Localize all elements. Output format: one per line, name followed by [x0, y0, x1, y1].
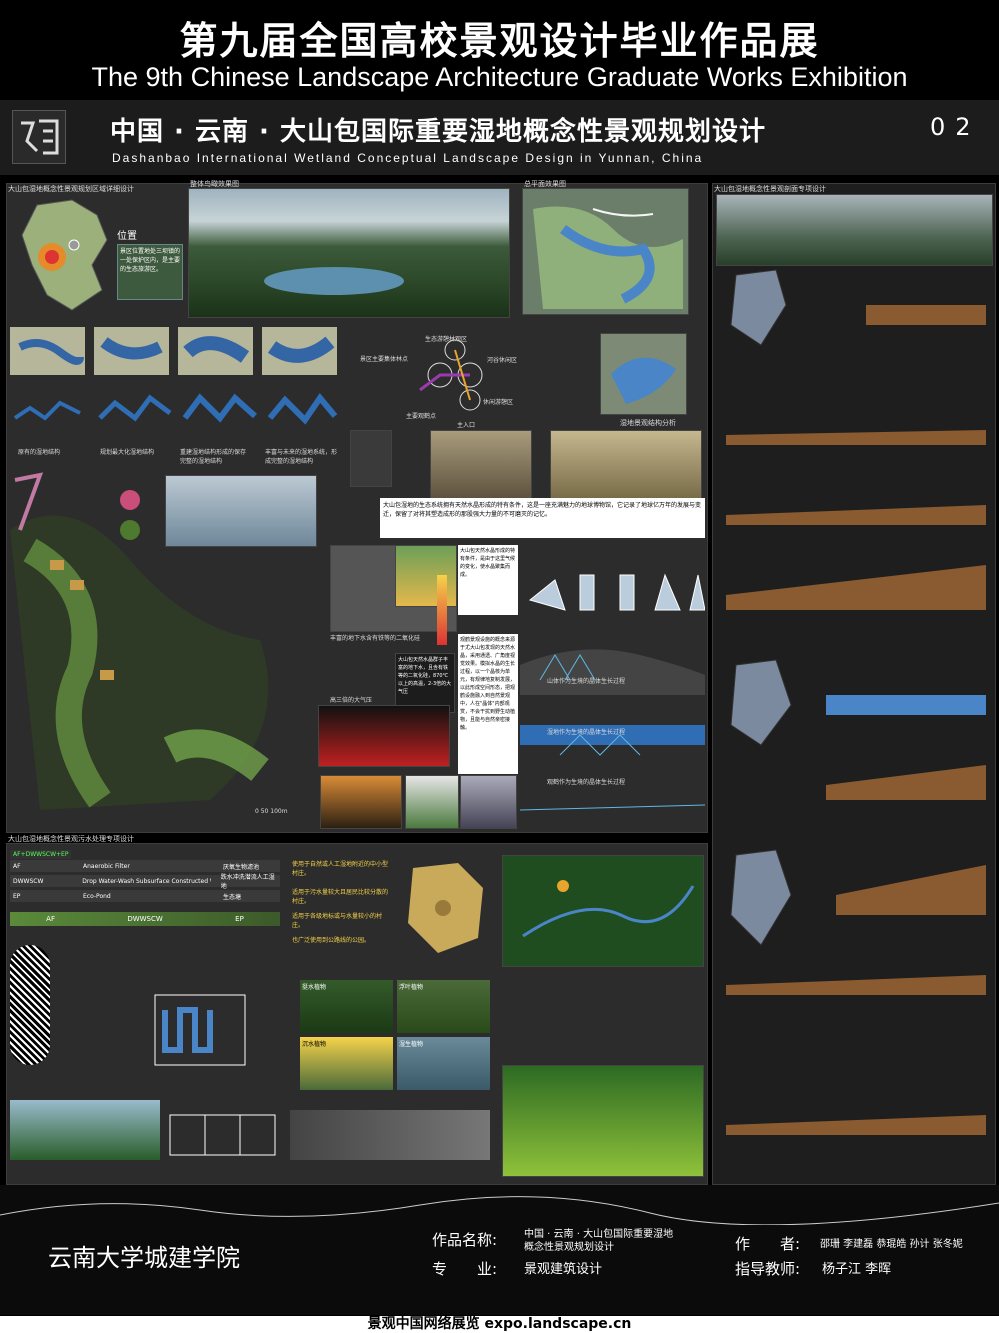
- location-text: 景区位置地处三坝镇的一处保护区内，是主要的生态旅游区。: [117, 244, 183, 300]
- formation-note: 高三倍的大气压: [330, 697, 373, 704]
- scenic-plan: [600, 333, 687, 415]
- legend-c: 重建湿地结构形成的保存完整的湿地结构: [180, 449, 247, 465]
- process-code: EP: [13, 892, 21, 900]
- section-drawings: [716, 265, 994, 1175]
- site-link[interactable]: 景观中国网络展览 expo.landscape.cn: [0, 1316, 999, 1333]
- sewage-note: 适用于污水量较大且居民比较分散的村庄。: [292, 889, 389, 905]
- plant-item: 湿生植物: [397, 1037, 490, 1090]
- process-af: AF Anaerobic Filter 厌氧生物滤池: [10, 860, 280, 872]
- crystal-forms: [520, 540, 706, 630]
- aerial-photo: [188, 188, 510, 318]
- sewage-note: 也广泛使用到公路线的公园。: [292, 937, 371, 944]
- advisor-label: 指导教师:: [735, 1260, 801, 1278]
- mountain-flow: 山体作为生境的晶体生长过程: [547, 678, 626, 685]
- plant-item: 浮叶植物: [397, 980, 490, 1033]
- sewage-notes: 使用于自然或人工湿地附近的中小型村庄。 适用于污水量较大且居民比较分散的村庄。 …: [292, 860, 392, 955]
- flow-step-dwwscw: DWWSCW: [127, 915, 163, 923]
- zone-scenic-b: 休闲游憩区: [483, 399, 514, 406]
- grass-photo: [405, 775, 459, 829]
- sewage-panel-title: 大山包湿地概念性景观污水处理专项设计: [8, 835, 134, 843]
- birdwatch-flow: 观鹤作为生境的晶体生长过程: [547, 779, 626, 786]
- sunset-photo: [320, 775, 402, 829]
- process-en: Anaerobic Filter: [83, 862, 130, 870]
- project-title-cn: 中国 · 云南 · 大山包国际重要湿地概念性景观规划设计: [110, 117, 766, 147]
- tent-photo: [395, 545, 457, 607]
- flow-step-ep: EP: [235, 915, 244, 923]
- crane-wetland-photo: [716, 194, 993, 266]
- process-ep: EP Eco-Pond 生态塘: [10, 890, 280, 902]
- wetland-structure-title: 湿地景观结构分析: [620, 419, 676, 427]
- regional-panel-title: 大山包湿地概念性景观规划区域详细设计: [8, 185, 134, 193]
- landscape-section: [290, 1110, 490, 1160]
- crystal-process-note: 大山包天然水晶形成的特有条件，是由于这里气候的变化，使水晶聚集而成。: [458, 545, 518, 615]
- lava-section: [318, 705, 450, 767]
- zone-lake: 主要观鹤点: [406, 413, 437, 420]
- process-en: Eco-Pond: [83, 892, 111, 900]
- sewage-flow-bar: AF DWWSCW EP: [10, 912, 280, 926]
- author-label: 作 者:: [735, 1235, 801, 1253]
- zone-river: 河谷休闲区: [487, 357, 518, 364]
- location-heading: 位置: [117, 231, 137, 242]
- zone-scenic-a: 景区主要集体林点: [360, 356, 409, 363]
- legend-b: 规划最大化湿地结构: [100, 449, 155, 456]
- plant-item: 挺水植物: [300, 980, 393, 1033]
- wetland-structure-maps: [10, 327, 340, 375]
- zone-ecology: 生态游憩林观区: [425, 336, 468, 343]
- logo-icon: [12, 110, 66, 164]
- sewage-site-plan: [502, 855, 704, 967]
- work-label: 作品名称:: [432, 1231, 498, 1249]
- work-value: 中国 · 云南 · 大山包国际重要湿地概念性景观规划设计: [524, 1229, 674, 1253]
- human-scale-sketch: [350, 430, 392, 487]
- landscape-note: 观鹤景观设施的概念来源于尤大山包发现的天然水晶，采用通透、广角度视觉效果。模拟水…: [458, 634, 518, 774]
- legend-a: 原有的湿地结构: [18, 449, 61, 456]
- ice-note: 丰富的地下水含有铁等的二氧化硅: [330, 635, 421, 642]
- process-code: DWWSCW: [13, 877, 44, 885]
- process-en: Drop Water-Wash Subsurface Constructed W…: [82, 877, 210, 885]
- sewage-cross-section: [165, 1100, 285, 1165]
- process-dwwscw: DWWSCW Drop Water-Wash Subsurface Constru…: [10, 874, 280, 890]
- process-cn: 生态塘: [223, 893, 242, 901]
- project-title-en: Dashanbao International Wetland Conceptu…: [112, 151, 704, 165]
- crystal-note: 大山包天然水晶群子丰富的地下水，且含有铁等的二氧化硅，870℃以上的高温，2-3…: [395, 653, 455, 713]
- advisor-value: 杨子江 李晖: [822, 1262, 892, 1277]
- legend-d: 丰富与未来的湿地系统，形成完整的湿地结构: [265, 449, 338, 465]
- zoning-diagram: [400, 330, 510, 420]
- wetland-tank-diagram: [150, 990, 250, 1070]
- filter-media-icon: [10, 945, 50, 1065]
- glass-pavilion-render: [165, 475, 317, 547]
- sewage-note: 使用于自然或人工湿地附近的中小型村庄。: [292, 861, 389, 877]
- process-code: AF: [13, 862, 21, 870]
- project-number: 02: [930, 113, 981, 141]
- sewage-process-list: AF Anaerobic Filter 厌氧生物滤池 DWWSCW Drop Wate…: [10, 860, 280, 902]
- author-value: 邵珊 李建磊 恭琨皓 孙计 张冬妮: [820, 1239, 963, 1250]
- plant-grid: 挺水植物 浮叶植物 沉水植物 湿生植物: [300, 980, 490, 1090]
- master-plan-image: [522, 188, 689, 315]
- crane-photo: [460, 775, 517, 829]
- exhibition-title-en: The 9th Chinese Landscape Architecture G…: [91, 62, 908, 92]
- formation-flow: 湿地作为生境的晶体生长过程: [547, 729, 626, 736]
- flow-step-af: AF: [46, 915, 55, 923]
- sewage-note: 适用于各级地标或与水量较小的村庄。: [292, 913, 383, 929]
- water-network-diagrams: [10, 388, 340, 438]
- major-label: 专 业:: [432, 1260, 498, 1278]
- process-cn: 厌氧生物滤池: [223, 863, 260, 871]
- major-value: 景观建筑设计: [524, 1262, 603, 1277]
- section-panel-title: 大山包湿地概念性景观剖面专项设计: [714, 185, 826, 193]
- wetland-note: 大山包湿地的生态系统拥有天然水晶形成的特有条件，这是一座充满魅力的地球博物馆，它…: [380, 498, 705, 538]
- plant-item: 沉水植物: [300, 1037, 393, 1090]
- scale-bar: 0 50 100m: [255, 808, 288, 815]
- school-name: 云南大学城建学院: [48, 1244, 240, 1272]
- river-section: [10, 1100, 160, 1160]
- temperature-scale: [437, 575, 447, 645]
- aerial-sewage-plan: [502, 1065, 704, 1177]
- exhibition-title-cn: 第九届全国高校景观设计毕业作品展: [179, 19, 820, 63]
- village-map: [398, 858, 498, 958]
- process-cn: 跌水冲洗潜流人工湿地: [220, 874, 275, 890]
- zone-entrance: 主入口: [457, 422, 476, 429]
- sewage-flow-header: AF+DWWSCW+EP: [10, 850, 72, 859]
